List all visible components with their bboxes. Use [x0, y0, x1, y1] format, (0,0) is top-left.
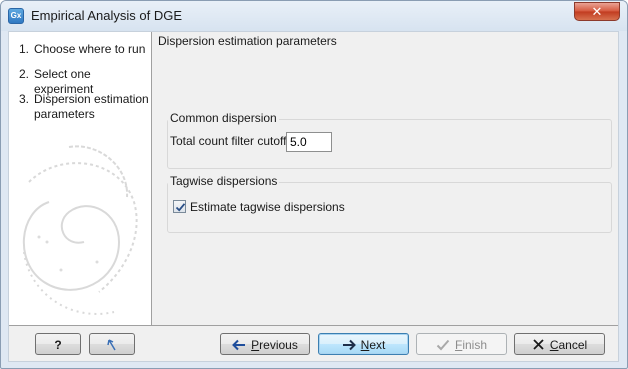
- group-title: Tagwise dispersions: [168, 174, 280, 188]
- left-arrow-icon: [232, 339, 246, 351]
- cancel-label: ancel: [558, 337, 588, 352]
- right-arrow-icon: [342, 339, 356, 351]
- estimate-tagwise-checkbox[interactable]: [173, 200, 186, 213]
- step-number: 1.: [19, 42, 30, 56]
- checkmark-icon: [436, 339, 450, 351]
- next-button[interactable]: Next: [318, 333, 409, 355]
- previous-mnemonic: P: [251, 337, 260, 352]
- step-number: 2.: [19, 67, 30, 81]
- close-button[interactable]: ✕: [574, 2, 620, 21]
- x-icon: [533, 339, 544, 350]
- group-title: Common dispersion: [168, 111, 279, 125]
- previous-button[interactable]: Previous: [220, 333, 310, 355]
- dialog-window: Gx Empirical Analysis of DGE ✕ 1. Choose…: [0, 0, 628, 369]
- step-number: 3.: [19, 92, 30, 106]
- wizard-frame: 1. Choose where to run 2. Select one exp…: [8, 31, 619, 362]
- reset-arrow-icon: [107, 339, 116, 351]
- tagwise-dispersions-group: Tagwise dispersions Estimate tagwise dis…: [167, 174, 612, 233]
- title-bar[interactable]: Gx Empirical Analysis of DGE ✕: [1, 1, 627, 31]
- cancel-button[interactable]: Cancel: [514, 333, 605, 355]
- step-label: Dispersion estimation parameters: [34, 92, 149, 121]
- parameters-panel: Dispersion estimation parameters Common …: [152, 32, 618, 325]
- filter-cutoff-input[interactable]: [286, 132, 332, 152]
- decorative-swirl-graphic: [22, 145, 138, 315]
- checkmark-icon: [175, 203, 186, 212]
- common-dispersion-group: Common dispersion Total count filter cut…: [167, 111, 612, 169]
- app-icon: Gx: [8, 8, 24, 24]
- button-bar: ? Previous Next Finish Cancel: [9, 325, 618, 361]
- previous-label: revious: [259, 337, 298, 352]
- finish-label: inish: [462, 337, 488, 352]
- filter-cutoff-label: Total count filter cutoff: [170, 134, 287, 148]
- panel-header: Dispersion estimation parameters: [158, 34, 337, 48]
- steps-panel: 1. Choose where to run 2. Select one exp…: [9, 32, 152, 325]
- help-button[interactable]: ?: [35, 333, 81, 355]
- step-label: Choose where to run: [34, 42, 146, 56]
- help-label: ?: [54, 337, 62, 352]
- finish-button[interactable]: Finish: [416, 333, 507, 355]
- reset-button[interactable]: [89, 333, 135, 355]
- estimate-tagwise-label[interactable]: Estimate tagwise dispersions: [190, 200, 345, 214]
- window-title: Empirical Analysis of DGE: [31, 8, 182, 23]
- next-label: ext: [369, 337, 386, 352]
